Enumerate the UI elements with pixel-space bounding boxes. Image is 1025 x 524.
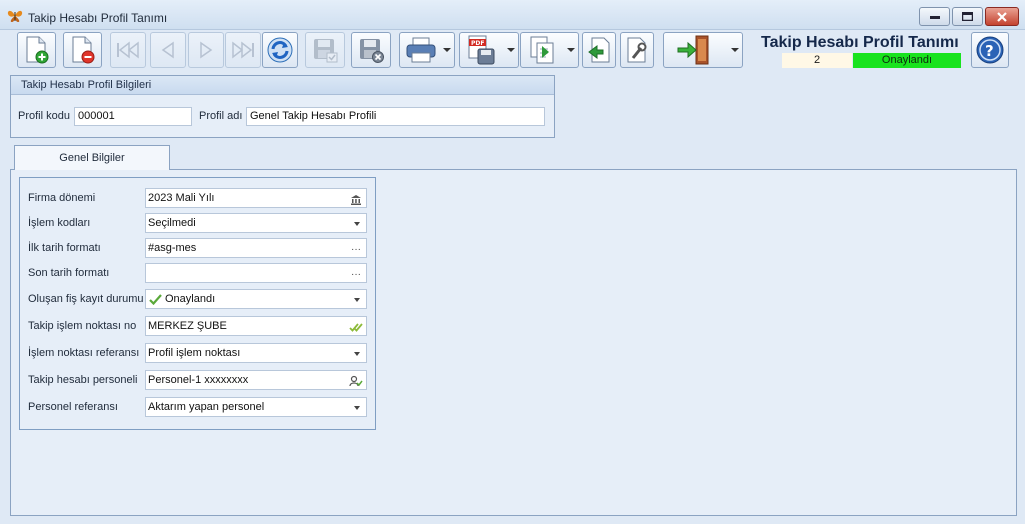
first-date-format-input[interactable]: #asg-mes ··· [145, 238, 367, 258]
settings-button[interactable] [620, 32, 654, 68]
field-label: Oluşan fiş kayıt durumu [28, 293, 144, 305]
field-label: Takip işlem noktası no [28, 320, 137, 332]
close-button[interactable] [985, 7, 1019, 26]
chevron-down-icon [567, 48, 575, 52]
minimize-icon [929, 15, 940, 19]
field-label: İlk tarih formatı [28, 242, 101, 254]
refresh-icon [267, 37, 293, 63]
chevron-down-icon [443, 48, 451, 52]
chevron-down-icon[interactable] [354, 222, 360, 226]
chevron-down-icon[interactable] [354, 298, 360, 302]
last-record-icon [232, 41, 254, 59]
previous-record-button[interactable] [150, 32, 186, 68]
field-value: Profil işlem noktası [148, 347, 241, 359]
chevron-down-icon[interactable] [354, 352, 360, 356]
field-label: Takip hesabı personeli [28, 374, 138, 386]
import-button[interactable] [582, 32, 616, 68]
profile-name-input[interactable]: Genel Takip Hesabı Profili [246, 107, 545, 126]
chevron-down-icon [507, 48, 515, 52]
help-button[interactable]: ? [971, 32, 1009, 68]
tracking-personnel-input[interactable]: Personel-1 xxxxxxxx [145, 370, 367, 390]
field-label: İşlem kodları [28, 217, 91, 229]
field-label: İşlem noktası referansı [28, 347, 140, 359]
save-icon [314, 39, 338, 63]
field-value: MERKEZ ŞUBE [148, 320, 227, 332]
export-button[interactable] [520, 32, 579, 68]
field-label: Son tarih formatı [28, 267, 110, 279]
point-reference-select[interactable]: Profil işlem noktası [145, 343, 367, 363]
transaction-codes-select[interactable]: Seçilmedi [145, 213, 367, 233]
import-icon [588, 37, 610, 63]
export-icon [530, 36, 553, 64]
status-badge: Onaylandı [853, 53, 961, 68]
page-title: Takip Hesabı Profil Tanımı [761, 34, 959, 51]
window-title: Takip Hesabı Profil Tanımı [28, 11, 168, 25]
new-document-icon [26, 36, 48, 64]
record-count: 2 [782, 53, 852, 68]
save-close-button[interactable] [351, 32, 391, 68]
chevron-down-icon [731, 48, 739, 52]
maximize-button[interactable] [952, 7, 983, 26]
title-bar: Takip Hesabı Profil Tanımı [0, 0, 1025, 30]
ellipsis-icon[interactable]: ··· [349, 268, 363, 280]
company-period-select[interactable]: 2023 Mali Yılı [145, 188, 367, 208]
field-value: Seçilmedi [148, 217, 196, 229]
exit-button[interactable] [663, 32, 743, 68]
svg-text:PDF: PDF [471, 40, 484, 47]
person-lookup-icon[interactable] [349, 375, 363, 387]
last-record-button[interactable] [225, 32, 261, 68]
first-record-icon [117, 41, 139, 59]
next-record-button[interactable] [188, 32, 224, 68]
new-button[interactable] [17, 32, 56, 68]
exit-icon [677, 35, 709, 65]
ellipsis-icon[interactable]: ··· [349, 243, 363, 255]
tracking-point-input[interactable]: MERKEZ ŞUBE [145, 316, 367, 336]
profile-name-label: Profil adı [199, 110, 243, 122]
field-label: Personel referansı [28, 401, 118, 413]
save-button[interactable] [305, 32, 345, 68]
chevron-down-icon[interactable] [354, 406, 360, 410]
personnel-reference-select[interactable]: Aktarım yapan personel [145, 397, 367, 417]
svg-text:?: ? [985, 42, 994, 60]
double-check-icon[interactable] [349, 321, 363, 333]
restore-icon [962, 12, 973, 21]
delete-button[interactable] [63, 32, 102, 68]
previous-record-icon [161, 41, 174, 59]
save-close-icon [360, 39, 384, 63]
field-value: 2023 Mali Yılı [148, 192, 215, 204]
help-icon: ? [976, 36, 1004, 64]
field-value: #asg-mes [148, 242, 197, 254]
profile-code-label: Profil kodu [18, 110, 70, 122]
pdf-export-icon: PDF [468, 35, 495, 65]
delete-document-icon [72, 36, 94, 64]
field-label: Firma dönemi [28, 192, 96, 204]
field-value: Personel-1 xxxxxxxx [148, 374, 249, 386]
refresh-button[interactable] [262, 32, 298, 68]
check-icon [149, 294, 162, 305]
profile-code-input[interactable]: 000001 [74, 107, 192, 126]
bank-icon[interactable] [349, 193, 363, 205]
next-record-icon [200, 41, 213, 59]
first-record-button[interactable] [110, 32, 146, 68]
last-date-format-input[interactable]: ··· [145, 263, 367, 283]
tab-general-info[interactable]: Genel Bilgiler [14, 145, 170, 170]
print-icon [406, 37, 436, 63]
close-icon [997, 11, 1007, 22]
field-value: Onaylandı [165, 293, 216, 305]
print-button[interactable] [399, 32, 455, 68]
field-value: Aktarım yapan personel [148, 401, 265, 413]
group-title: Takip Hesabı Profil Bilgileri [11, 76, 554, 95]
pdf-export-button[interactable]: PDF [459, 32, 519, 68]
settings-icon [627, 37, 647, 63]
voucher-status-select[interactable]: Onaylandı [145, 289, 367, 309]
butterfly-icon [7, 10, 23, 22]
minimize-button[interactable] [919, 7, 950, 26]
